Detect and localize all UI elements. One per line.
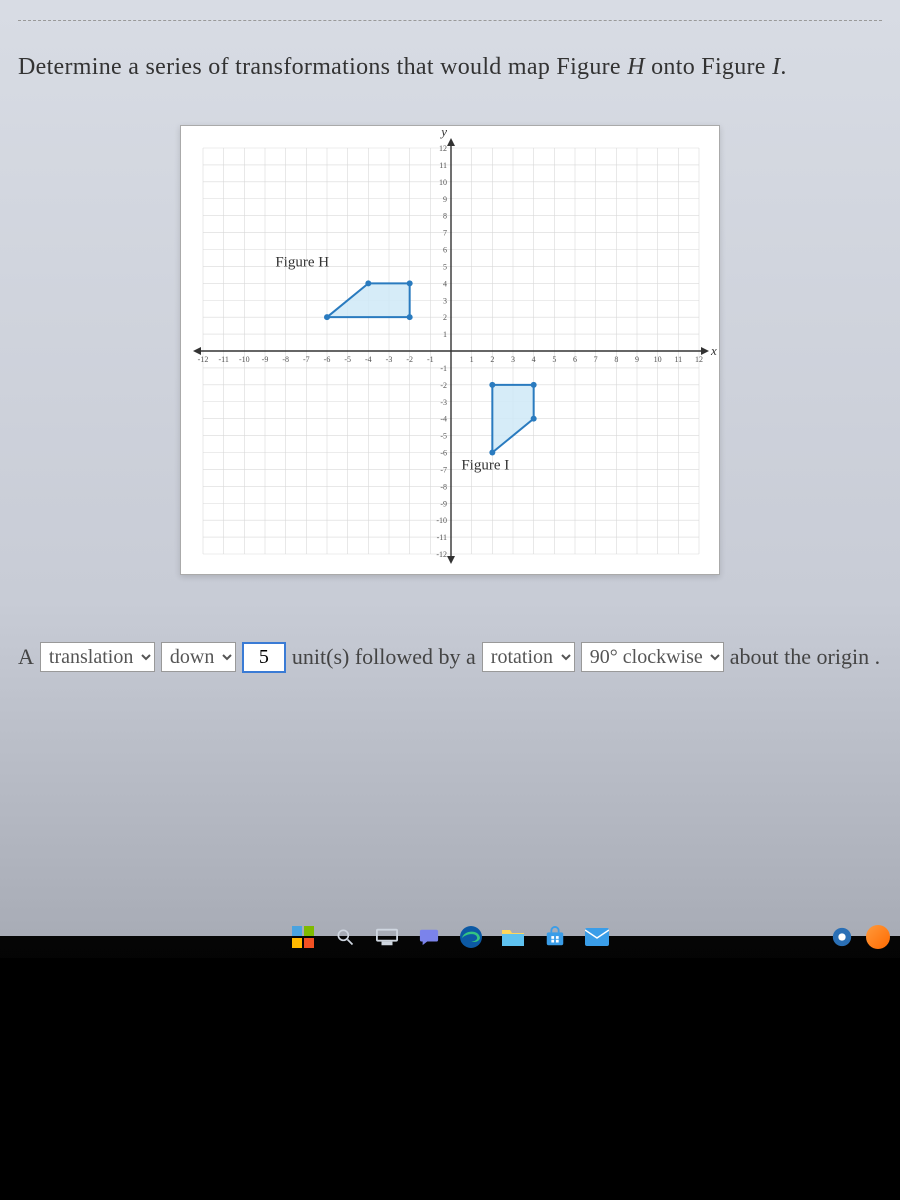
svg-text:3: 3: [443, 296, 447, 305]
q-suffix: .: [780, 54, 786, 80]
direction-select[interactable]: down: [161, 642, 236, 672]
edge-icon[interactable]: [457, 923, 485, 951]
q-prefix: Determine a series of transformations th…: [18, 54, 627, 80]
coordinate-plane: xy-12-11-10-9-8-7-6-5-4-3-2-112345678910…: [180, 125, 720, 575]
units-input[interactable]: [242, 642, 286, 673]
svg-text:2: 2: [443, 313, 447, 322]
svg-text:-2: -2: [406, 355, 413, 364]
transformation-type-1-select[interactable]: translation: [40, 642, 155, 672]
answer-A: A: [18, 635, 34, 679]
q-figH: H: [627, 54, 645, 80]
svg-text:Figure H: Figure H: [275, 254, 329, 270]
svg-text:-10: -10: [436, 516, 447, 525]
svg-text:-3: -3: [386, 355, 393, 364]
svg-text:6: 6: [443, 246, 447, 255]
svg-text:7: 7: [443, 229, 447, 238]
svg-text:-6: -6: [440, 449, 447, 458]
settings-icon[interactable]: [828, 923, 856, 951]
svg-text:-6: -6: [324, 355, 331, 364]
svg-text:4: 4: [443, 279, 447, 288]
task-view-icon[interactable]: [373, 923, 401, 951]
svg-text:7: 7: [594, 355, 598, 364]
rotation-amount-select[interactable]: 90° clockwise: [581, 642, 724, 672]
svg-text:11: 11: [439, 161, 447, 170]
transformation-type-2-select[interactable]: rotation: [482, 642, 575, 672]
svg-text:-5: -5: [344, 355, 351, 364]
screen-bezel: [0, 958, 900, 1200]
svg-text:-4: -4: [440, 415, 447, 424]
windows-taskbar: [0, 916, 900, 958]
svg-text:x: x: [710, 343, 717, 358]
svg-text:-2: -2: [440, 381, 447, 390]
svg-text:-9: -9: [262, 355, 269, 364]
svg-text:5: 5: [552, 355, 556, 364]
svg-text:1: 1: [470, 355, 474, 364]
mail-icon[interactable]: [583, 923, 611, 951]
units-followed-text: unit(s) followed by a: [292, 635, 476, 679]
windows-start-icon[interactable]: [289, 923, 317, 951]
file-explorer-icon[interactable]: [499, 923, 527, 951]
svg-text:9: 9: [443, 195, 447, 204]
svg-text:2: 2: [490, 355, 494, 364]
svg-text:y: y: [439, 125, 447, 139]
svg-text:3: 3: [511, 355, 515, 364]
svg-text:-9: -9: [440, 499, 447, 508]
svg-text:-7: -7: [303, 355, 310, 364]
svg-text:-5: -5: [440, 432, 447, 441]
svg-text:-12: -12: [198, 355, 209, 364]
svg-text:-3: -3: [440, 398, 447, 407]
svg-text:5: 5: [443, 262, 447, 271]
page-divider: [18, 20, 882, 21]
about-origin-text: about the origin .: [730, 635, 880, 679]
svg-text:-12: -12: [436, 550, 447, 559]
svg-text:-8: -8: [282, 355, 289, 364]
q-mid: onto Figure: [645, 54, 772, 80]
svg-text:-4: -4: [365, 355, 372, 364]
svg-text:12: 12: [439, 144, 447, 153]
question-text: Determine a series of transformations th…: [18, 49, 882, 85]
svg-text:-1: -1: [440, 364, 447, 373]
svg-text:-11: -11: [218, 355, 228, 364]
svg-text:11: 11: [674, 355, 682, 364]
search-icon[interactable]: [331, 923, 359, 951]
store-icon[interactable]: [541, 923, 569, 951]
svg-text:6: 6: [573, 355, 577, 364]
svg-text:10: 10: [439, 178, 447, 187]
svg-text:Figure I: Figure I: [461, 457, 509, 473]
answer-sentence: A translation down unit(s) followed by a…: [18, 635, 882, 679]
svg-text:4: 4: [532, 355, 536, 364]
svg-text:-8: -8: [440, 482, 447, 491]
svg-text:8: 8: [614, 355, 618, 364]
chat-icon[interactable]: [415, 923, 443, 951]
svg-text:12: 12: [695, 355, 703, 364]
svg-text:1: 1: [443, 330, 447, 339]
svg-text:9: 9: [635, 355, 639, 364]
svg-text:-1: -1: [427, 355, 434, 364]
svg-text:10: 10: [654, 355, 662, 364]
snip-tool-icon[interactable]: [866, 925, 890, 949]
svg-text:-7: -7: [440, 465, 447, 474]
svg-text:8: 8: [443, 212, 447, 221]
svg-text:-11: -11: [437, 533, 447, 542]
svg-text:-10: -10: [239, 355, 250, 364]
